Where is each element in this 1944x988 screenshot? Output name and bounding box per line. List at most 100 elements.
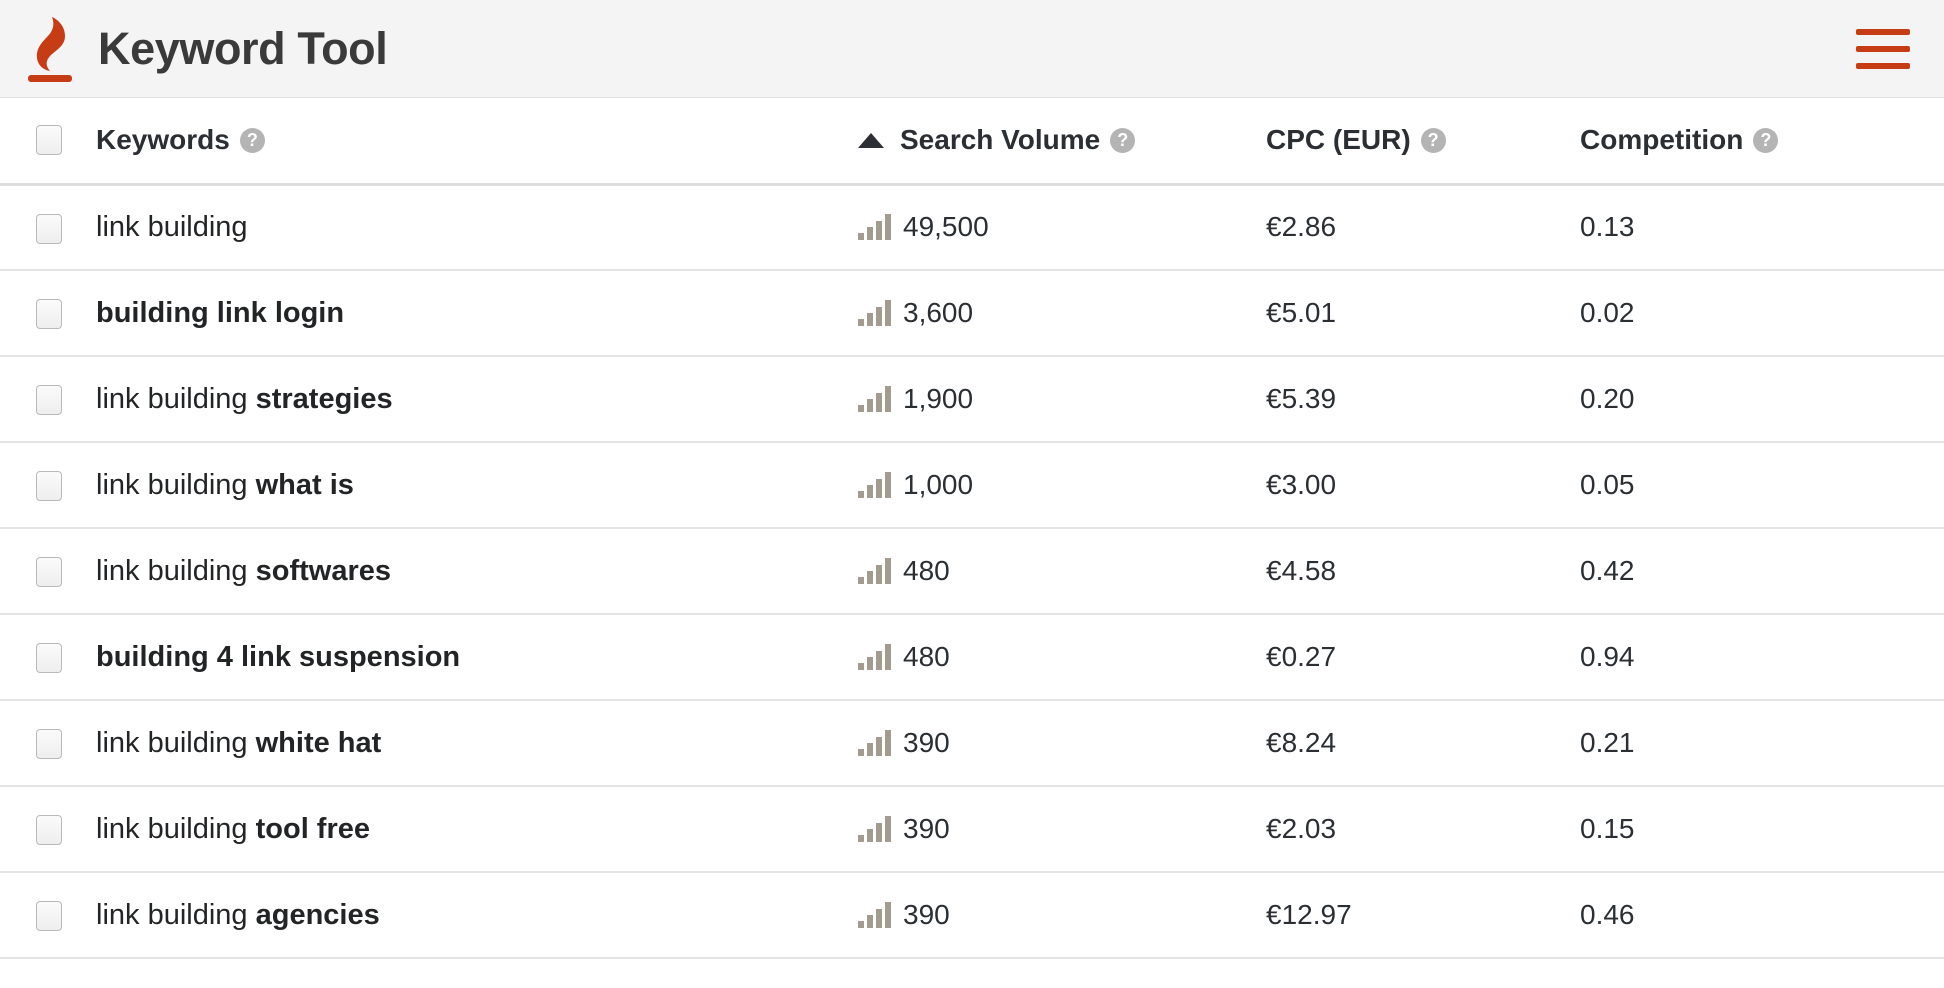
hamburger-menu-icon[interactable] — [1856, 28, 1910, 69]
signal-bars-icon — [858, 730, 891, 756]
table-row[interactable]: link building softwares 480 €4.58 0.42 — [0, 528, 1944, 615]
search-volume-cell: 49,500 — [836, 184, 1256, 271]
search-volume-cell: 480 — [836, 614, 1256, 701]
keyword-highlight-text: softwares — [255, 554, 391, 587]
table-row[interactable]: link building strategies 1,900 €5.39 0.20 — [0, 356, 1944, 443]
table-header: Keywords ? Search Volume ? CPC (EUR) ? C… — [0, 98, 1944, 186]
keyword-base-text: link building — [96, 812, 256, 845]
help-icon[interactable]: ? — [1420, 127, 1446, 153]
competition-cell: 0.15 — [1566, 786, 1944, 873]
brand: Keyword Tool — [24, 15, 388, 83]
flame-icon — [24, 15, 76, 83]
keyword-cell[interactable]: link building agencies — [96, 872, 836, 959]
cpc-cell: €3.00 — [1256, 442, 1566, 529]
search-volume-cell: 480 — [836, 528, 1256, 615]
hamburger-bar — [1856, 45, 1910, 52]
row-select-cell — [0, 356, 96, 443]
row-checkbox[interactable] — [36, 299, 62, 330]
keyword-base-text: link building — [96, 382, 256, 415]
sort-ascending-triangle-icon[interactable] — [858, 132, 884, 148]
signal-bars-icon — [858, 214, 891, 241]
row-select-cell — [0, 786, 96, 873]
keyword-cell[interactable]: link building strategies — [96, 356, 836, 443]
row-select-cell — [0, 614, 96, 701]
search-volume-cell: 1,900 — [836, 356, 1256, 443]
column-header-search-volume[interactable]: Search Volume ? — [836, 98, 1256, 186]
table-row[interactable]: building link login 3,600 €5.01 0.02 — [0, 270, 1944, 357]
column-header-cpc[interactable]: CPC (EUR) ? — [1256, 98, 1566, 186]
keyword-base-text: link building — [96, 726, 256, 759]
table-header-row: Keywords ? Search Volume ? CPC (EUR) ? C… — [0, 98, 1944, 186]
keywords-table-container: Keywords ? Search Volume ? CPC (EUR) ? C… — [0, 98, 1944, 959]
help-icon[interactable]: ? — [239, 127, 265, 153]
search-volume-value: 480 — [903, 555, 950, 586]
keyword-highlight-text: building link login — [96, 296, 345, 329]
column-header-search-volume-label: Search Volume — [900, 124, 1101, 156]
keyword-base-text: link building — [96, 210, 248, 243]
signal-bars-icon — [858, 300, 891, 326]
row-checkbox[interactable] — [36, 557, 62, 588]
column-header-competition[interactable]: Competition ? — [1566, 98, 1944, 186]
search-volume-cell: 3,600 — [836, 270, 1256, 357]
competition-cell: 0.05 — [1566, 442, 1944, 529]
cpc-cell: €2.03 — [1256, 786, 1566, 873]
search-volume-cell: 390 — [836, 872, 1256, 959]
row-checkbox[interactable] — [36, 729, 62, 760]
cpc-cell: €0.27 — [1256, 614, 1566, 701]
keyword-cell[interactable]: link building softwares — [96, 528, 836, 615]
cpc-cell: €2.86 — [1256, 184, 1566, 271]
keyword-highlight-text: tool free — [255, 812, 371, 845]
row-checkbox[interactable] — [36, 213, 62, 244]
cpc-cell: €8.24 — [1256, 700, 1566, 787]
cpc-cell: €5.01 — [1256, 270, 1566, 357]
select-all-checkbox[interactable] — [36, 125, 62, 156]
row-checkbox[interactable] — [36, 815, 62, 846]
table-row[interactable]: link building 49,500 €2.86 0.13 — [0, 184, 1944, 271]
signal-bars-icon — [858, 816, 891, 842]
cpc-cell: €5.39 — [1256, 356, 1566, 443]
keyword-highlight-text: agencies — [255, 898, 380, 931]
keyword-highlight-text: building 4 link suspension — [96, 640, 461, 673]
competition-cell: 0.42 — [1566, 528, 1944, 615]
column-header-cpc-label: CPC (EUR) — [1266, 124, 1411, 156]
row-checkbox[interactable] — [36, 385, 62, 416]
competition-cell: 0.20 — [1566, 356, 1944, 443]
table-row[interactable]: link building tool free 390 €2.03 0.15 — [0, 786, 1944, 873]
signal-bars-icon — [858, 644, 891, 670]
keyword-highlight-text: strategies — [255, 382, 393, 415]
help-icon[interactable]: ? — [1110, 127, 1136, 153]
table-body: link building 49,500 €2.86 0.13 building lin… — [0, 184, 1944, 959]
cpc-cell: €4.58 — [1256, 528, 1566, 615]
row-select-cell — [0, 872, 96, 959]
row-select-cell — [0, 270, 96, 357]
help-icon[interactable]: ? — [1753, 127, 1779, 153]
table-row[interactable]: link building white hat 390 €8.24 0.21 — [0, 700, 1944, 787]
competition-cell: 0.46 — [1566, 872, 1944, 959]
keyword-cell[interactable]: building 4 link suspension — [96, 614, 836, 701]
keyword-cell[interactable]: link building white hat — [96, 700, 836, 787]
keyword-cell[interactable]: link building — [96, 184, 836, 271]
signal-bars-icon — [858, 558, 891, 584]
column-header-keywords[interactable]: Keywords ? — [96, 98, 836, 186]
competition-cell: 0.94 — [1566, 614, 1944, 701]
search-volume-value: 1,900 — [903, 383, 974, 414]
hamburger-bar — [1856, 62, 1910, 69]
keyword-cell[interactable]: link building tool free — [96, 786, 836, 873]
cpc-cell: €12.97 — [1256, 872, 1566, 959]
row-select-cell — [0, 528, 96, 615]
search-volume-value: 390 — [903, 813, 950, 844]
table-row[interactable]: link building what is 1,000 €3.00 0.05 — [0, 442, 1944, 529]
row-checkbox[interactable] — [36, 901, 62, 932]
row-checkbox[interactable] — [36, 471, 62, 502]
row-checkbox[interactable] — [36, 643, 62, 674]
keyword-cell[interactable]: building link login — [96, 270, 836, 357]
keyword-cell[interactable]: link building what is — [96, 442, 836, 529]
keyword-highlight-text: what is — [255, 468, 354, 501]
search-volume-value: 3,600 — [903, 297, 974, 328]
table-row[interactable]: link building agencies 390 €12.97 0.46 — [0, 872, 1944, 959]
hamburger-bar — [1856, 28, 1910, 35]
keyword-base-text: link building — [96, 898, 256, 931]
table-row[interactable]: building 4 link suspension 480 €0.27 0.94 — [0, 614, 1944, 701]
signal-bars-icon — [858, 902, 891, 928]
search-volume-value: 390 — [903, 727, 950, 758]
